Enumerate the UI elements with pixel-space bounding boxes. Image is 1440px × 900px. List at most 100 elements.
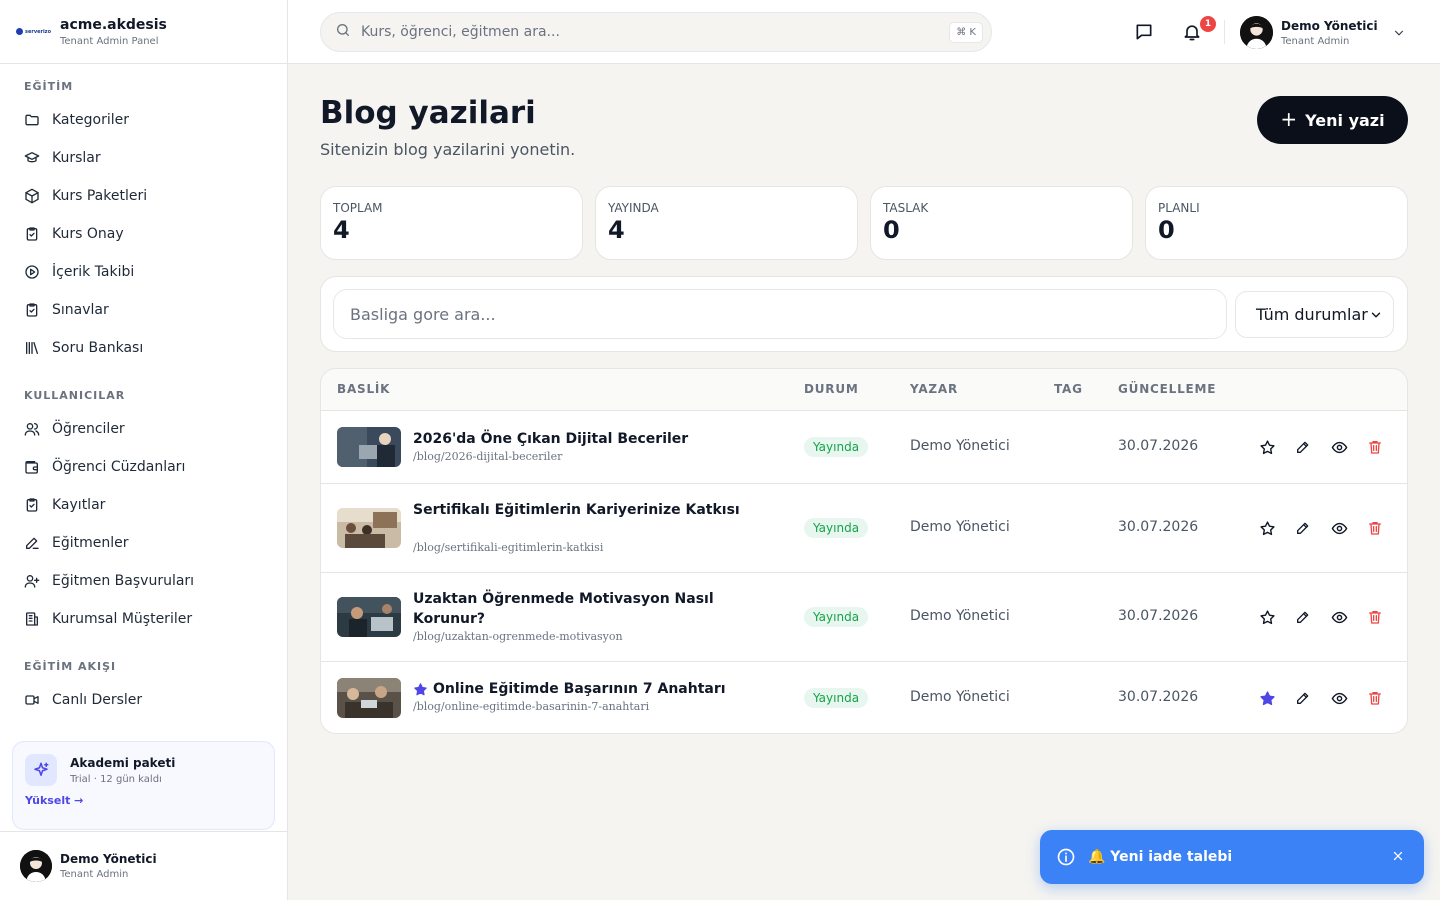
sidebar-item-canli-dersler[interactable]: Canlı Dersler	[0, 681, 287, 719]
status-filter-value: Tüm durumlar	[1256, 305, 1368, 324]
library-icon	[24, 340, 40, 356]
column-header-tag[interactable]: TAG	[1054, 382, 1083, 396]
new-post-label: Yeni yazi	[1305, 110, 1385, 130]
table-row[interactable]: Uzaktan Öğrenmede Motivasyon Nasıl Korun…	[321, 573, 1407, 662]
video-icon	[24, 692, 40, 708]
trash-icon[interactable]	[1365, 607, 1385, 627]
post-author: Demo Yönetici	[910, 608, 1010, 624]
trash-icon[interactable]	[1365, 518, 1385, 538]
eye-icon[interactable]	[1329, 437, 1349, 457]
post-title[interactable]: Sertifikalı Eğitimlerin Kariyerinize Kat…	[413, 500, 743, 520]
user-plus-icon	[24, 573, 40, 589]
sidebar-item-label: Kayıtlar	[52, 497, 106, 513]
star-icon[interactable]	[1257, 518, 1277, 538]
post-author: Demo Yönetici	[910, 438, 1010, 454]
table-row[interactable]: Sertifikalı Eğitimlerin Kariyerinize Kat…	[321, 484, 1407, 573]
upgrade-link[interactable]: Yükselt →	[25, 794, 262, 807]
title-search-input[interactable]	[333, 289, 1227, 339]
sidebar: serverizo acme.akdesis Tenant Admin Pane…	[0, 0, 288, 900]
post-author: Demo Yönetici	[910, 689, 1010, 705]
edit-pencil-icon[interactable]	[1293, 518, 1313, 538]
notification-toast: 🔔 Yeni iade talebi	[1040, 830, 1424, 884]
sidebar-item-ogrenciler[interactable]: Öğrenciler	[0, 410, 287, 448]
play-circle-icon	[24, 264, 40, 280]
post-thumbnail	[337, 427, 401, 467]
clipboard-check-icon	[24, 302, 40, 318]
folder-icon	[24, 112, 40, 128]
message-icon[interactable]	[1132, 20, 1156, 44]
new-post-button[interactable]: + Yeni yazi	[1257, 96, 1408, 144]
post-updated: 30.07.2026	[1118, 608, 1199, 624]
plus-icon: +	[1280, 107, 1298, 131]
keyboard-shortcut-hint: ⌘ K	[949, 22, 983, 43]
featured-star-icon	[413, 682, 428, 697]
star-icon[interactable]	[1257, 437, 1277, 457]
toast-message: 🔔 Yeni iade talebi	[1088, 849, 1233, 865]
eye-icon[interactable]	[1329, 607, 1349, 627]
sidebar-item-kurs-onay[interactable]: Kurs Onay	[0, 215, 287, 253]
sidebar-item-label: Kurs Onay	[52, 226, 124, 242]
post-slug: /blog/online-egitimde-basarinin-7-anahta…	[413, 700, 650, 713]
stat-card-draft: TASLAK 0	[870, 186, 1133, 260]
sidebar-item-soru-bankasi[interactable]: Soru Bankası	[0, 329, 287, 367]
post-title[interactable]: Online Eğitimde Başarının 7 Anahtarı	[433, 679, 763, 699]
stat-value: 0	[1158, 216, 1175, 244]
close-icon[interactable]	[1388, 846, 1408, 866]
stat-label: TASLAK	[883, 201, 929, 215]
sidebar-item-label: Kurslar	[52, 150, 101, 166]
post-updated: 30.07.2026	[1118, 689, 1199, 705]
column-header-title[interactable]: BASLİK	[337, 382, 390, 396]
status-filter-select[interactable]: Tüm durumlar	[1235, 291, 1394, 338]
search-icon	[335, 22, 351, 42]
sidebar-item-sinavlar[interactable]: Sınavlar	[0, 291, 287, 329]
sidebar-item-label: Soru Bankası	[52, 340, 144, 356]
graduation-cap-icon	[24, 150, 40, 166]
sidebar-item-kategoriler[interactable]: Kategoriler	[0, 101, 287, 139]
star-icon[interactable]	[1257, 607, 1277, 627]
column-header-status[interactable]: DURUM	[804, 382, 859, 396]
wallet-icon	[24, 459, 40, 475]
sidebar-item-egitmen-basvurulari[interactable]: Eğitmen Başvuruları	[0, 562, 287, 600]
sidebar-user[interactable]: Demo Yönetici Tenant Admin	[0, 831, 287, 900]
status-badge: Yayında	[804, 607, 869, 627]
sidebar-item-kurslar[interactable]: Kurslar	[0, 139, 287, 177]
sidebar-item-kurs-paketleri[interactable]: Kurs Paketleri	[0, 177, 287, 215]
edit-pencil-icon[interactable]	[1293, 607, 1313, 627]
edit-pencil-icon[interactable]	[1293, 437, 1313, 457]
avatar	[1240, 16, 1273, 49]
eye-icon[interactable]	[1329, 688, 1349, 708]
global-search-input[interactable]: Kurs, öğrenci, eğitmen ara... ⌘ K	[320, 12, 992, 52]
user-role: Tenant Admin	[60, 869, 129, 880]
user-menu[interactable]: Demo Yönetici Tenant Admin	[1240, 16, 1406, 49]
column-header-author[interactable]: YAZAR	[910, 382, 958, 396]
sidebar-item-label: Öğrenci Cüzdanları	[52, 459, 186, 475]
user-name: Demo Yönetici	[60, 852, 157, 866]
plan-promo-card: Akademi paketi Trial · 12 gün kaldı Yüks…	[12, 741, 275, 830]
post-updated: 30.07.2026	[1118, 438, 1199, 454]
edit-pencil-icon[interactable]	[1293, 688, 1313, 708]
nav-section-title: KULLANICILAR	[24, 389, 126, 402]
column-header-updated[interactable]: GÜNCELLEME	[1118, 382, 1216, 396]
sidebar-item-label: Kurs Paketleri	[52, 188, 148, 204]
post-title[interactable]: Uzaktan Öğrenmede Motivasyon Nasıl Korun…	[413, 589, 743, 629]
clipboard-check-icon	[24, 226, 40, 242]
post-title[interactable]: 2026'da Öne Çıkan Dijital Beceriler	[413, 429, 743, 449]
chevron-down-icon	[1392, 26, 1406, 40]
table-row[interactable]: Online Eğitimde Başarının 7 Anahtarı /bl…	[321, 662, 1407, 733]
sidebar-item-ogrenci-cuzdanlari[interactable]: Öğrenci Cüzdanları	[0, 448, 287, 486]
sidebar-item-kurumsal-musteriler[interactable]: Kurumsal Müşteriler	[0, 600, 287, 638]
promo-title: Akademi paketi	[70, 756, 176, 770]
star-filled-icon[interactable]	[1257, 688, 1277, 708]
page-title: Blog yazilari	[320, 95, 536, 131]
trash-icon[interactable]	[1365, 437, 1385, 457]
sidebar-item-kayitlar[interactable]: Kayıtlar	[0, 486, 287, 524]
sidebar-nav: EĞİTİM Kategoriler Kurslar Kurs Paketler…	[0, 64, 287, 728]
post-slug: /blog/2026-dijital-beceriler	[413, 450, 563, 463]
status-badge: Yayında	[804, 688, 869, 708]
building-icon	[24, 611, 40, 627]
trash-icon[interactable]	[1365, 688, 1385, 708]
eye-icon[interactable]	[1329, 518, 1349, 538]
sidebar-item-icerik-takibi[interactable]: İçerik Takibi	[0, 253, 287, 291]
sidebar-item-egitmenler[interactable]: Eğitmenler	[0, 524, 287, 562]
table-row[interactable]: 2026'da Öne Çıkan Dijital Beceriler /blo…	[321, 411, 1407, 484]
